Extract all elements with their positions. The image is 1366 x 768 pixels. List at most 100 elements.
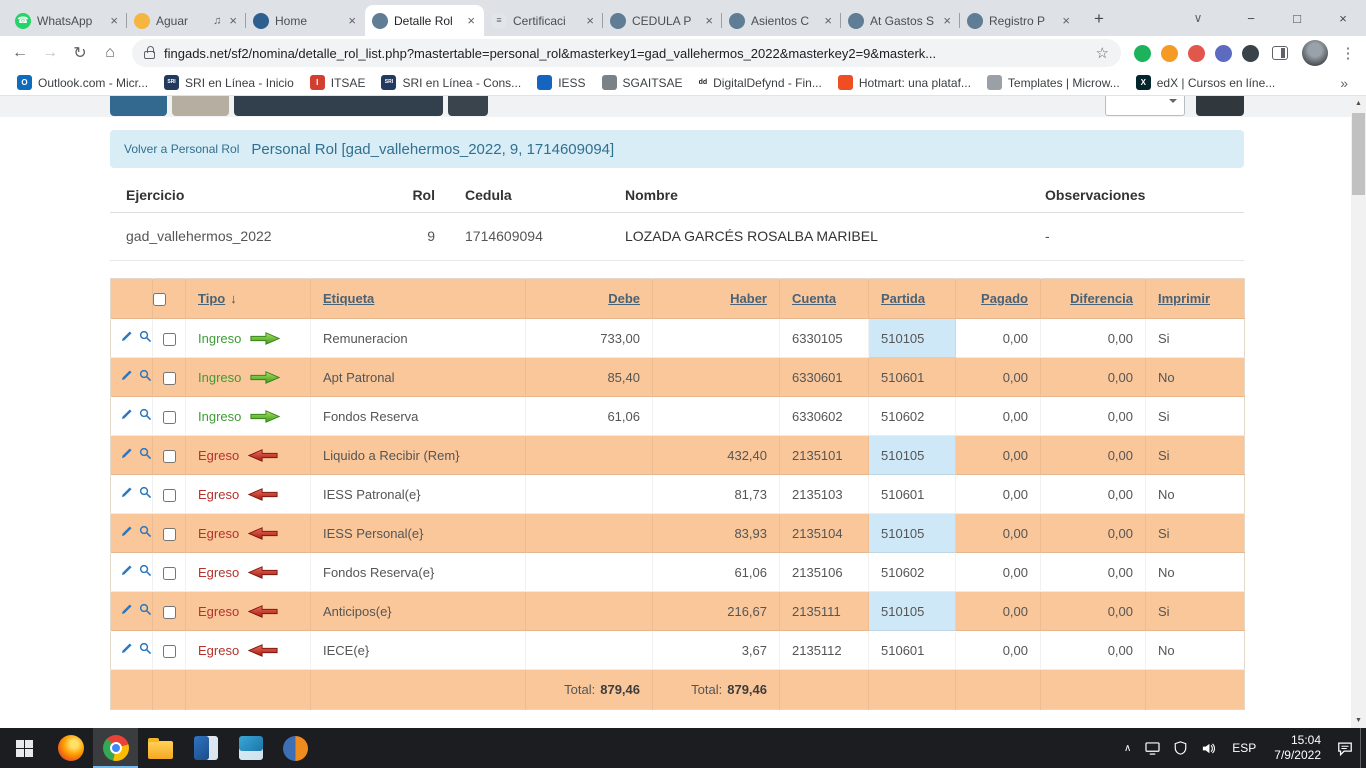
show-desktop-button[interactable] — [1360, 728, 1366, 768]
bookmark-star-icon[interactable]: ☆ — [1096, 44, 1109, 62]
taskbar-app-icon-3[interactable] — [273, 728, 318, 768]
view-magnifier-icon[interactable] — [139, 408, 152, 424]
taskbar-explorer-icon[interactable] — [138, 728, 183, 768]
bookmark-item[interactable]: XedX | Cursos en líne... — [1129, 75, 1283, 90]
column-header-link[interactable]: Partida — [881, 291, 925, 306]
tab-close-icon[interactable]: × — [1060, 13, 1072, 28]
browser-tab[interactable]: Detalle Rol× — [365, 5, 484, 36]
side-panel-icon[interactable] — [1272, 46, 1288, 60]
tab-close-icon[interactable]: × — [346, 13, 358, 28]
edit-pencil-icon[interactable] — [120, 603, 133, 619]
view-magnifier-icon[interactable] — [139, 447, 152, 463]
column-header-link[interactable]: Tipo — [198, 291, 225, 306]
browser-tab[interactable]: Aguar♫× — [127, 5, 246, 36]
forward-icon[interactable]: → — [36, 39, 64, 67]
clock[interactable]: 15:04 7/9/2022 — [1265, 728, 1330, 768]
home-icon[interactable]: ⌂ — [96, 39, 124, 67]
edit-pencil-icon[interactable] — [120, 564, 133, 580]
toolbar-button-2[interactable] — [172, 96, 229, 116]
bookmark-item[interactable]: IESS — [530, 75, 592, 90]
bookmark-item[interactable]: IITSAE — [303, 75, 373, 90]
select-all-checkbox[interactable] — [153, 293, 166, 306]
column-header-link[interactable]: Debe — [608, 291, 640, 306]
reload-icon[interactable]: ↻ — [66, 39, 94, 67]
profile-avatar[interactable] — [1302, 40, 1328, 66]
tab-close-icon[interactable]: × — [227, 13, 239, 28]
bookmark-item[interactable]: SRISRI en Línea - Cons... — [374, 75, 528, 90]
tab-close-icon[interactable]: × — [465, 13, 477, 28]
view-magnifier-icon[interactable] — [139, 486, 152, 502]
browser-tab[interactable]: Registro P× — [960, 5, 1079, 36]
toolbar-button-5[interactable] — [1196, 96, 1244, 116]
page-size-select[interactable] — [1105, 96, 1185, 116]
edit-pencil-icon[interactable] — [120, 447, 133, 463]
edit-pencil-icon[interactable] — [120, 486, 133, 502]
padlock-icon[interactable] — [144, 51, 155, 59]
browser-tab[interactable]: CEDULA P× — [603, 5, 722, 36]
bookmark-item[interactable]: SRISRI en Línea - Inicio — [157, 75, 301, 90]
column-header-link[interactable]: Imprimir — [1158, 291, 1210, 306]
taskbar-app-icon-2[interactable] — [228, 728, 273, 768]
minimize-button[interactable]: − — [1228, 0, 1274, 36]
row-checkbox[interactable] — [163, 489, 176, 502]
tab-close-icon[interactable]: × — [108, 13, 120, 28]
column-header-link[interactable]: Pagado — [981, 291, 1028, 306]
tab-close-icon[interactable]: × — [941, 13, 953, 28]
browser-tab[interactable]: Home× — [246, 5, 365, 36]
view-magnifier-icon[interactable] — [139, 642, 152, 658]
language-indicator[interactable]: ESP — [1223, 728, 1265, 768]
column-header-link[interactable]: Haber — [730, 291, 767, 306]
extension-green-icon[interactable] — [1134, 45, 1151, 62]
tab-search-button[interactable]: ∨ — [1178, 0, 1218, 36]
action-center-icon[interactable] — [1330, 728, 1360, 768]
edit-pencil-icon[interactable] — [120, 642, 133, 658]
row-checkbox[interactable] — [163, 645, 176, 658]
column-header-link[interactable]: Cuenta — [792, 291, 836, 306]
row-checkbox[interactable] — [163, 372, 176, 385]
column-header-link[interactable]: Etiqueta — [323, 291, 374, 306]
browser-tab[interactable]: ≡Certificaci× — [484, 5, 603, 36]
bookmark-item[interactable]: Templates | Microw... — [980, 75, 1127, 90]
browser-tab[interactable]: At Gastos S× — [841, 5, 960, 36]
row-checkbox[interactable] — [163, 567, 176, 580]
browser-tab[interactable]: Asientos C× — [722, 5, 841, 36]
tab-close-icon[interactable]: × — [703, 13, 715, 28]
extension-blue-icon[interactable] — [1215, 45, 1232, 62]
extension-orange-icon[interactable] — [1161, 45, 1178, 62]
column-header-link[interactable]: Diferencia — [1070, 291, 1133, 306]
address-bar[interactable]: fingads.net/sf2/nomina/detalle_rol_list.… — [132, 39, 1121, 67]
scrollbar-up-icon[interactable]: ▲ — [1351, 96, 1366, 111]
row-checkbox[interactable] — [163, 606, 176, 619]
edit-pencil-icon[interactable] — [120, 408, 133, 424]
row-checkbox[interactable] — [163, 528, 176, 541]
view-magnifier-icon[interactable] — [139, 603, 152, 619]
page-scrollbar[interactable]: ▲ ▼ — [1351, 96, 1366, 728]
extension-dark-icon[interactable] — [1242, 45, 1259, 62]
taskbar-firefox-icon[interactable] — [48, 728, 93, 768]
row-checkbox[interactable] — [163, 450, 176, 463]
browser-menu-icon[interactable]: ⋮ — [1336, 44, 1360, 62]
bookmark-item[interactable]: SGAITSAE — [595, 75, 690, 90]
view-magnifier-icon[interactable] — [139, 369, 152, 385]
url-text[interactable]: fingads.net/sf2/nomina/detalle_rol_list.… — [164, 46, 1087, 61]
view-magnifier-icon[interactable] — [139, 525, 152, 541]
close-button[interactable]: × — [1320, 0, 1366, 36]
edit-pencil-icon[interactable] — [120, 330, 133, 346]
maximize-button[interactable]: □ — [1274, 0, 1320, 36]
security-tray-icon[interactable] — [1167, 728, 1194, 768]
row-checkbox[interactable] — [163, 333, 176, 346]
scrollbar-down-icon[interactable]: ▼ — [1351, 713, 1366, 728]
display-tray-icon[interactable] — [1138, 728, 1167, 768]
new-tab-button[interactable]: + — [1085, 5, 1113, 33]
toolbar-button-1[interactable] — [110, 96, 167, 116]
volume-icon[interactable] — [1194, 728, 1223, 768]
back-icon[interactable]: ← — [6, 39, 34, 67]
tab-close-icon[interactable]: × — [822, 13, 834, 28]
view-magnifier-icon[interactable] — [139, 564, 152, 580]
scrollbar-thumb[interactable] — [1352, 113, 1365, 195]
bookmarks-overflow-icon[interactable]: » — [1332, 75, 1356, 91]
edit-pencil-icon[interactable] — [120, 369, 133, 385]
toolbar-button-4[interactable] — [448, 96, 488, 116]
view-magnifier-icon[interactable] — [139, 330, 152, 346]
start-button[interactable] — [0, 728, 48, 768]
